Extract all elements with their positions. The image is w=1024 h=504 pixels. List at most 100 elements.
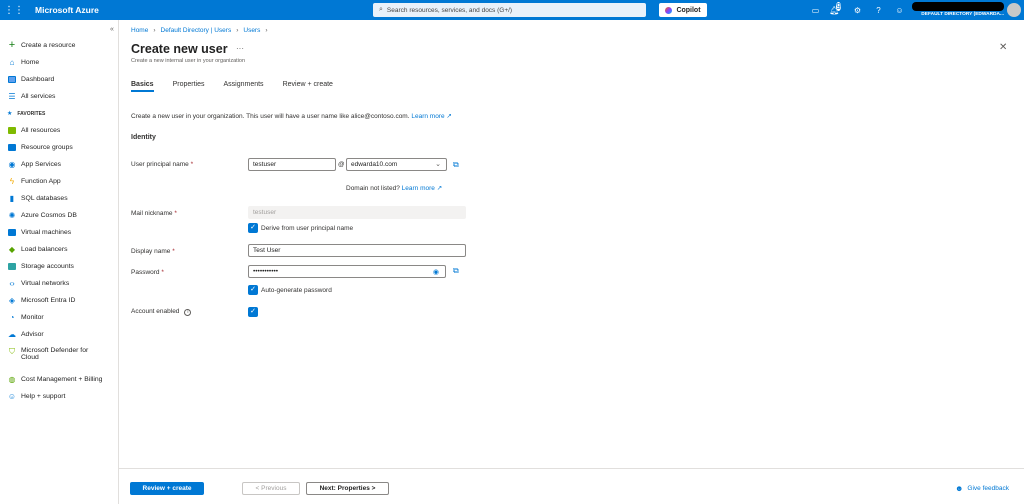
sidebar-item-home[interactable]: ⌂ Home bbox=[7, 54, 117, 70]
topbar-icons: ▭ 🔔︎9 ⚙ ? ☺ bbox=[805, 0, 910, 20]
monitor-icon: ◔ bbox=[9, 312, 15, 322]
identity-section-heading: Identity bbox=[131, 134, 156, 141]
sidebar-item-label: Help + support bbox=[21, 392, 66, 400]
help-support-icon: ☺ bbox=[7, 391, 17, 401]
resource-groups-icon bbox=[7, 143, 17, 152]
sidebar-item-load-balancers[interactable]: ◆ Load balancers bbox=[7, 241, 117, 257]
sidebar-item-label: Virtual machines bbox=[21, 228, 72, 236]
sidebar-item-label-line2: Cloud bbox=[21, 354, 39, 361]
help-icon[interactable]: ? bbox=[868, 6, 889, 15]
page-title: Create new user bbox=[131, 42, 228, 56]
cosmos-db-icon: ✺ bbox=[8, 210, 16, 220]
sidebar-item-label: Microsoft Defender for bbox=[21, 347, 89, 354]
global-search-input[interactable]: ⌕ Search resources, services, and docs (… bbox=[373, 3, 646, 17]
tab-properties[interactable]: Properties bbox=[173, 81, 205, 92]
mail-nickname-input: testuser bbox=[248, 206, 466, 219]
sidebar-item-help-support[interactable]: ☺ Help + support bbox=[7, 388, 117, 404]
sidebar-item-label: Monitor bbox=[21, 313, 44, 321]
feedback-icon[interactable]: ☺ bbox=[889, 6, 910, 15]
breadcrumb-home[interactable]: Home bbox=[131, 27, 148, 34]
settings-gear-icon[interactable]: ⚙ bbox=[847, 6, 868, 15]
sidebar-item-label: Dashboard bbox=[21, 75, 55, 83]
load-balancers-icon: ◆ bbox=[8, 244, 16, 254]
sidebar-item-cost-management[interactable]: ◍ Cost Management + Billing bbox=[7, 371, 117, 387]
sidebar-item-function-app[interactable]: ϟ Function App bbox=[7, 173, 117, 189]
sidebar-item-all-services[interactable]: ☰ All services bbox=[7, 88, 117, 104]
domain-learn-more-link[interactable]: Learn more ↗ bbox=[402, 185, 443, 192]
sidebar-item-storage-accounts[interactable]: Storage accounts bbox=[7, 258, 117, 274]
favorites-header: ★ FAVORITES bbox=[7, 110, 46, 118]
close-icon[interactable]: ✕ bbox=[999, 42, 1007, 53]
search-icon: ⌕ bbox=[379, 6, 383, 13]
upn-label: User principal name * bbox=[131, 161, 194, 168]
feedback-person-icon: ☻ bbox=[955, 484, 964, 493]
upn-input[interactable]: testuser bbox=[248, 158, 336, 171]
top-bar: ⋮⋮ Microsoft Azure ⌕ Search resources, s… bbox=[0, 0, 1024, 20]
copy-password-icon[interactable]: ⧉ bbox=[453, 266, 459, 276]
tab-bar: Basics Properties Assignments Review + c… bbox=[131, 81, 352, 92]
sidebar-item-label: App Services bbox=[21, 160, 62, 168]
notifications-icon[interactable]: 🔔︎9 bbox=[826, 1, 847, 15]
more-options-icon[interactable]: ··· bbox=[236, 44, 244, 53]
waffle-menu-icon[interactable]: ⋮⋮ bbox=[0, 0, 28, 20]
password-input[interactable]: ••••••••••• ◉ bbox=[248, 265, 446, 278]
sidebar-item-sql-databases[interactable]: ▮ SQL databases bbox=[7, 190, 117, 206]
sidebar-item-resource-groups[interactable]: Resource groups bbox=[7, 139, 117, 155]
sidebar-item-advisor[interactable]: ☁ Advisor bbox=[7, 326, 117, 342]
copy-icon[interactable]: ⧉ bbox=[453, 160, 459, 170]
next-properties-button[interactable]: Next: Properties > bbox=[306, 482, 389, 495]
breadcrumb-users[interactable]: Users bbox=[243, 27, 260, 34]
sidebar-item-app-services[interactable]: ◉ App Services bbox=[7, 156, 117, 172]
account-name-redacted bbox=[912, 2, 1004, 11]
autogen-password-label: Auto-generate password bbox=[261, 287, 332, 294]
previous-button[interactable]: < Previous bbox=[242, 482, 300, 495]
sidebar-item-all-resources[interactable]: All resources bbox=[7, 122, 117, 138]
function-app-icon: ϟ bbox=[9, 176, 15, 186]
cloud-shell-icon[interactable]: ▭ bbox=[805, 6, 826, 15]
virtual-networks-icon: ‹› bbox=[9, 278, 15, 288]
sidebar-item-defender[interactable]: ⛉ Microsoft Defender for Cloud bbox=[7, 343, 117, 369]
info-icon[interactable]: i bbox=[184, 309, 192, 316]
autogen-password-checkbox[interactable]: ✓ bbox=[248, 285, 258, 295]
account-enabled-checkbox[interactable]: ✓ bbox=[248, 307, 258, 317]
domain-not-listed: Domain not listed? Learn more ↗ bbox=[346, 185, 443, 192]
account-menu[interactable]: DEFAULT DIRECTORY (EDWARDA... bbox=[912, 2, 1004, 18]
tab-basics[interactable]: Basics bbox=[131, 81, 154, 92]
sidebar-item-entra-id[interactable]: ◈ Microsoft Entra ID bbox=[7, 292, 117, 308]
notification-badge: 9 bbox=[836, 1, 841, 11]
defender-icon: ⛉ bbox=[9, 347, 15, 356]
give-feedback-link[interactable]: ☻ Give feedback bbox=[955, 484, 1009, 493]
brand-title[interactable]: Microsoft Azure bbox=[35, 5, 99, 15]
chevron-down-icon: ⌄ bbox=[435, 161, 441, 168]
tab-review-create[interactable]: Review + create bbox=[283, 81, 333, 92]
sidebar-item-dashboard[interactable]: Dashboard bbox=[7, 71, 117, 87]
copilot-button[interactable]: Copilot bbox=[659, 3, 707, 17]
sidebar-item-virtual-networks[interactable]: ‹› Virtual networks bbox=[7, 275, 117, 291]
learn-more-link[interactable]: Learn more ↗ bbox=[411, 113, 452, 120]
collapse-sidebar-icon[interactable]: « bbox=[110, 26, 114, 33]
tab-assignments[interactable]: Assignments bbox=[223, 81, 263, 92]
search-placeholder: Search resources, services, and docs (G+… bbox=[386, 6, 513, 14]
display-name-input[interactable]: Test User bbox=[248, 244, 466, 257]
sidebar-item-monitor[interactable]: ◔ Monitor bbox=[7, 309, 117, 325]
sidebar-item-label: Cost Management + Billing bbox=[21, 375, 103, 383]
sidebar-item-virtual-machines[interactable]: Virtual machines bbox=[7, 224, 117, 240]
review-create-button[interactable]: Review + create bbox=[130, 482, 204, 495]
page-subtitle: Create a new internal user in your organ… bbox=[131, 58, 246, 64]
domain-select[interactable]: edwarda10.com ⌄ bbox=[346, 158, 447, 171]
show-password-eye-icon[interactable]: ◉ bbox=[433, 268, 439, 276]
chevron-right-icon: › bbox=[153, 27, 156, 34]
chevron-right-icon: › bbox=[265, 27, 268, 34]
storage-accounts-icon bbox=[7, 262, 17, 271]
avatar[interactable] bbox=[1007, 3, 1021, 17]
breadcrumb-directory-users[interactable]: Default Directory | Users bbox=[161, 27, 232, 34]
sidebar-item-label: All resources bbox=[21, 126, 61, 134]
sidebar-item-create-resource[interactable]: + Create a resource bbox=[7, 37, 117, 53]
account-enabled-label: Account enabled i bbox=[131, 308, 192, 316]
footer-bar: Review + create < Previous Next: Propert… bbox=[119, 468, 1024, 504]
derive-checkbox[interactable]: ✓ bbox=[248, 223, 258, 233]
sidebar-item-cosmos-db[interactable]: ✺ Azure Cosmos DB bbox=[7, 207, 117, 223]
cost-management-icon: ◍ bbox=[8, 374, 16, 384]
sidebar-item-label: Function App bbox=[21, 177, 61, 185]
external-link-icon: ↗ bbox=[446, 113, 452, 120]
